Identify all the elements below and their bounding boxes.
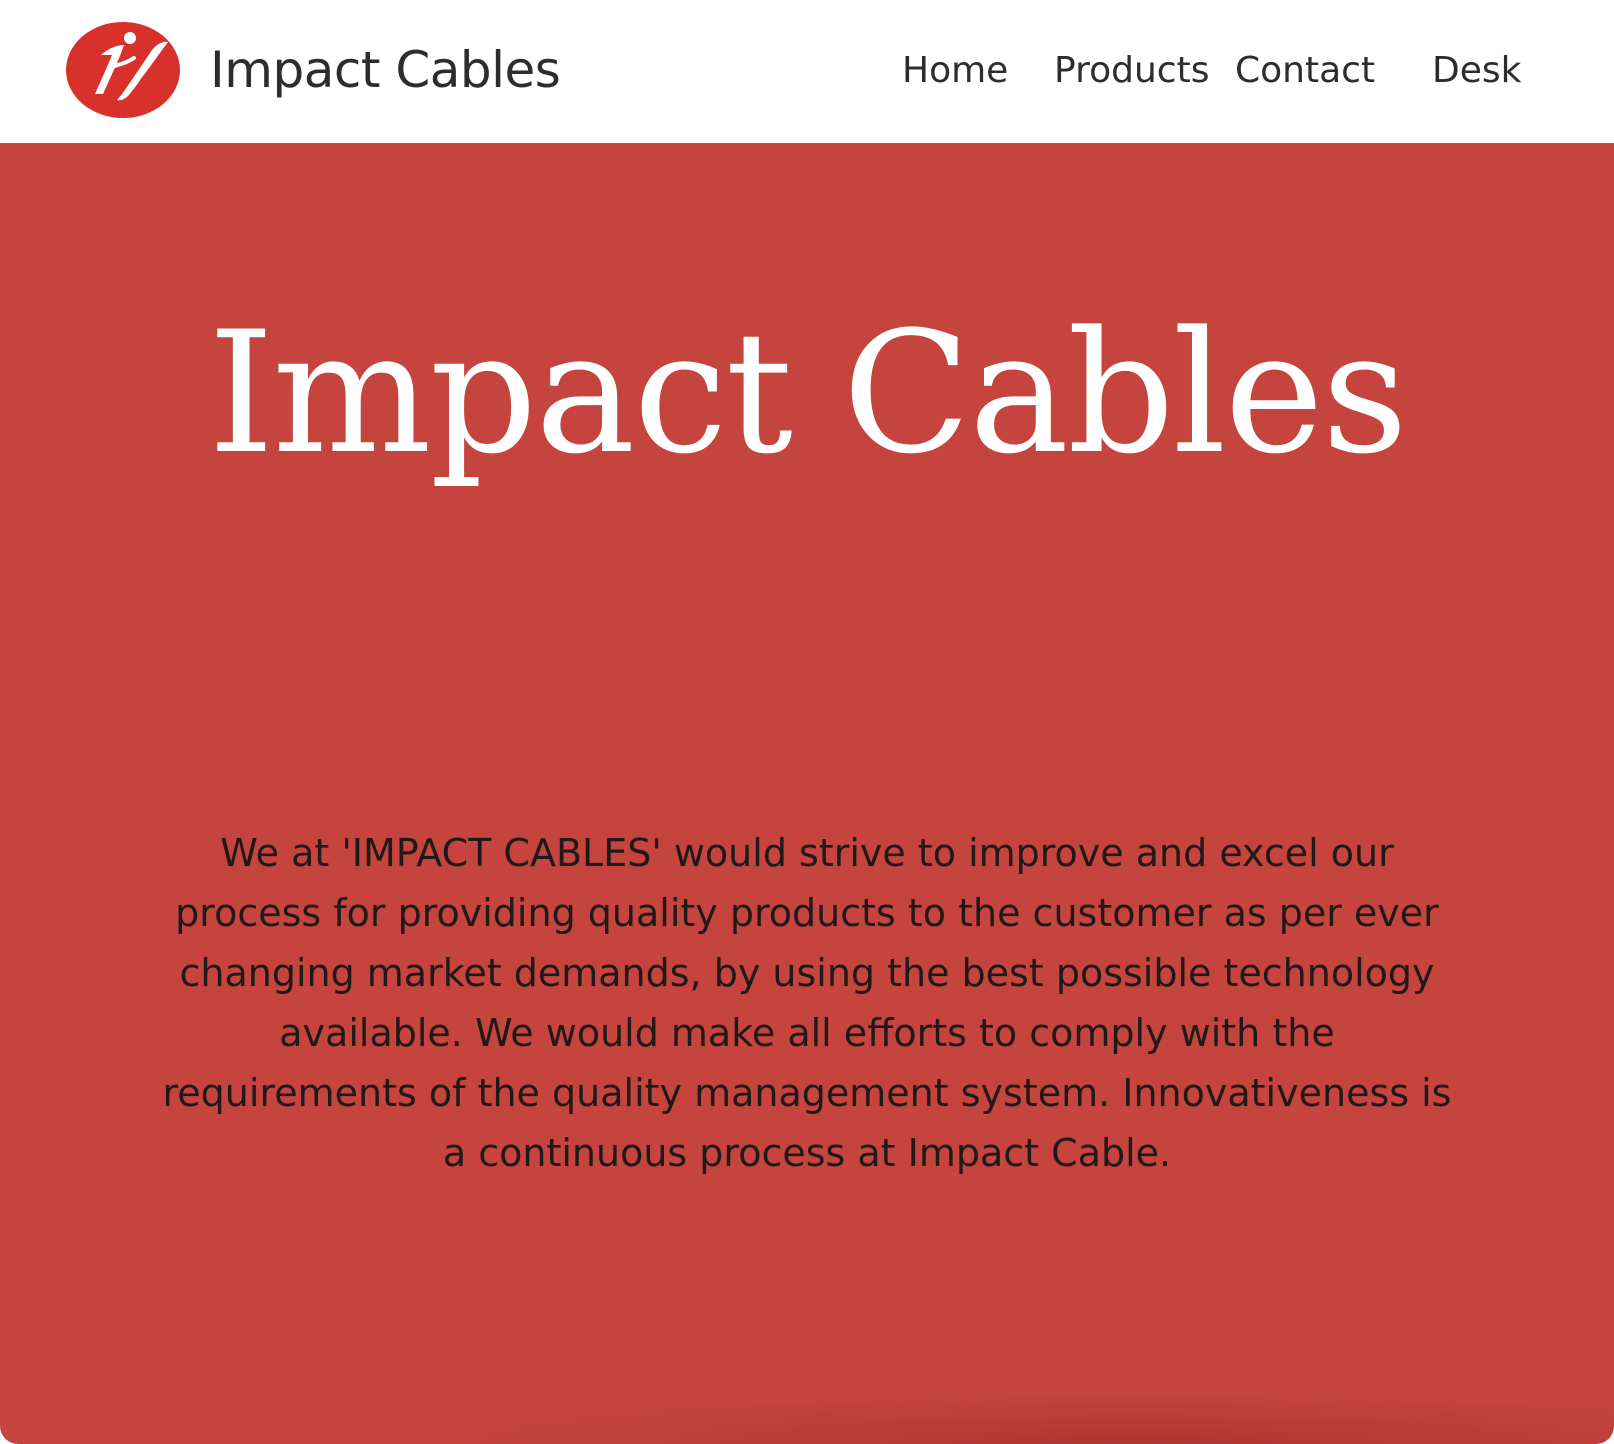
site-header: Impact Cables Home Products Contact Desk (0, 0, 1614, 143)
nav-home-link[interactable]: Home (902, 44, 1008, 98)
hero-description: We at 'IMPACT CABLES' would strive to im… (162, 831, 1452, 1175)
hero-section: Impact Cables We at 'IMPACT CABLES' woul… (0, 143, 1614, 1444)
impact-cables-logo-icon (66, 22, 180, 118)
brand-home-link[interactable]: Impact Cables (64, 20, 561, 120)
nav-contact-link[interactable]: Contact (1235, 44, 1375, 98)
hero-title: Impact Cables (208, 295, 1408, 491)
brand-name: Impact Cables (210, 41, 561, 99)
nav-products-link[interactable]: Products (1054, 44, 1209, 98)
nav-desk-link[interactable]: Desk (1432, 44, 1521, 98)
